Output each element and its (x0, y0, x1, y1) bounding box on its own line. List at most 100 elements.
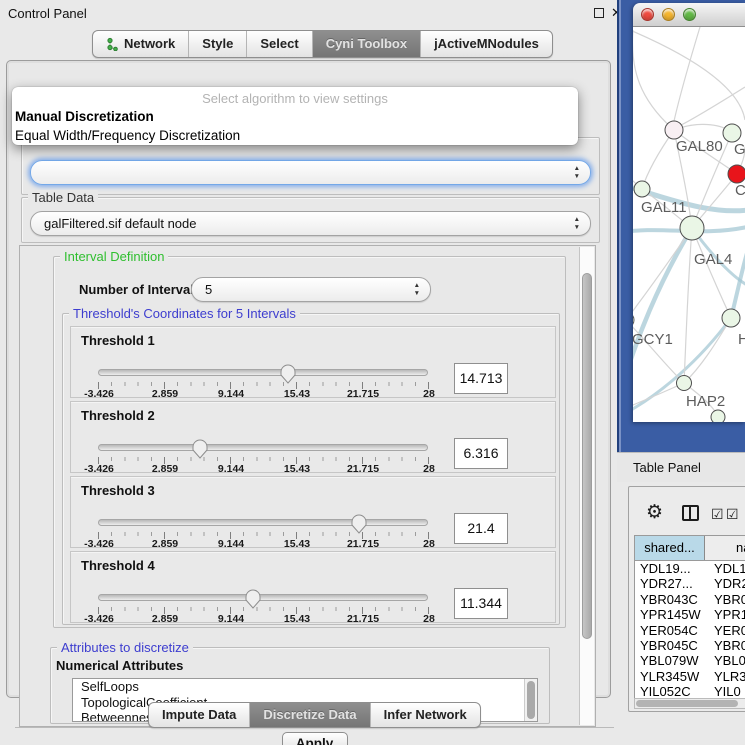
number-of-intervals-combobox[interactable]: 5 ▲▼ (191, 277, 431, 302)
table-data-combobox[interactable]: galFiltered.sif default node ▲▼ (30, 211, 591, 236)
slider-tick-label: -3.426 (84, 463, 114, 475)
slider-tick-label: -3.426 (84, 613, 114, 625)
tab-infer-network[interactable]: Infer Network (371, 703, 480, 727)
node-table[interactable]: shared... na YDL19...YDL1YDR27...YDR2YBR… (634, 535, 745, 701)
attribute-item[interactable]: SelfLoops (73, 679, 537, 695)
thresholds-group-title: Threshold's Coordinates for 5 Intervals (69, 306, 300, 321)
tab-select[interactable]: Select (247, 31, 312, 57)
tab-style[interactable]: Style (189, 31, 247, 57)
cell-shared-name: YDR27... (635, 576, 705, 591)
network-node-gal4[interactable] (680, 216, 704, 240)
network-canvas[interactable]: GAL80GACGAL11GAL4GCY1HHAP2 (633, 27, 745, 422)
network-node-gcy1[interactable] (633, 312, 634, 328)
panel-tabs: NetworkStyleSelect Cyni Toolbox jActiveMNo… (92, 30, 553, 58)
threshold-value-field[interactable]: 14.713 (454, 363, 508, 394)
slider-tick-label: 28 (423, 538, 435, 550)
network-edge[interactable] (633, 228, 692, 320)
slider-thumb[interactable] (351, 514, 367, 534)
slider-tick-label: 15.43 (284, 388, 310, 400)
network-node-h[interactable] (722, 309, 740, 327)
tab-jactivemnodules[interactable]: jActiveMNodules (421, 31, 552, 57)
slider-tick-label: 21.715 (347, 538, 379, 550)
network-node-hap2[interactable] (677, 376, 692, 391)
network-node-ga[interactable] (723, 124, 741, 142)
slider-track[interactable] (98, 594, 428, 601)
tab-impute-data[interactable]: Impute Data (149, 703, 250, 727)
network-edge[interactable] (674, 27, 700, 121)
network-node-gal11[interactable] (634, 181, 650, 197)
threshold-value-field[interactable]: 6.316 (454, 438, 508, 469)
table-row[interactable]: YDL19...YDL1 (635, 561, 745, 576)
network-edge[interactable] (642, 130, 674, 189)
control-panel-titlebar: Control Panel ✕ (0, 0, 615, 26)
table-row[interactable]: YBR043CYBR0 (635, 592, 745, 607)
attributes-scrollbar[interactable] (524, 679, 537, 721)
close-traffic-light-icon[interactable] (641, 8, 654, 21)
table-row[interactable]: YBR045CYBR0 (635, 638, 745, 653)
tab-label: Infer Network (384, 703, 467, 727)
apply-button[interactable]: Apply (282, 732, 348, 745)
network-edge[interactable] (633, 30, 745, 120)
algorithm-combobox[interactable]: ▲▼ (30, 160, 591, 185)
table-row[interactable]: YER054CYER0 (635, 623, 745, 638)
slider-track[interactable] (98, 444, 428, 451)
slider-thumb[interactable] (245, 589, 261, 609)
network-edge[interactable] (677, 87, 745, 127)
slider-track[interactable] (98, 369, 428, 376)
threshold-slider[interactable]: -3.4262.8599.14415.4321.71528 (98, 590, 428, 624)
checkbox-icon[interactable]: ☑ (711, 506, 724, 523)
network-node-label: GA (734, 141, 745, 158)
column-header-name[interactable]: na (705, 536, 745, 560)
settings-scrollbar-thumb[interactable] (582, 273, 592, 639)
slider-tick-label: 15.43 (284, 538, 310, 550)
cell-shared-name: YBL079W (635, 653, 705, 668)
tab-cyni-toolbox[interactable]: Cyni Toolbox (313, 31, 421, 57)
columns-icon[interactable] (682, 505, 699, 521)
slider-track[interactable] (98, 519, 428, 526)
threshold-slider[interactable]: -3.4262.8599.14415.4321.71528 (98, 440, 428, 474)
spinner-arrows-icon: ▲▼ (574, 216, 580, 232)
zoom-traffic-light-icon[interactable] (683, 8, 696, 21)
network-node-c[interactable] (728, 165, 745, 183)
tab-network[interactable]: Network (93, 31, 189, 57)
table-row[interactable]: YLR345WYLR3 (635, 669, 745, 684)
tab-label: Cyni Toolbox (326, 31, 407, 57)
table-row[interactable]: YBL079WYBL0 (635, 653, 745, 668)
network-node[interactable] (711, 410, 725, 422)
threshold-slider[interactable]: -3.4262.8599.14415.4321.71528 (98, 515, 428, 549)
slider-tick-label: 9.144 (218, 538, 244, 550)
threshold-label: Threshold 4 (81, 558, 155, 573)
gear-icon[interactable]: ⚙ (646, 501, 663, 524)
network-edge[interactable] (633, 30, 674, 130)
tab-discretize-data[interactable]: Discretize Data (250, 703, 370, 727)
threshold-value-field[interactable]: 21.4 (454, 513, 508, 544)
tab-label: Impute Data (162, 703, 236, 727)
table-row[interactable]: YPR145WYPR1 (635, 607, 745, 622)
slider-thumb[interactable] (280, 364, 296, 384)
slider-thumb[interactable] (192, 439, 208, 459)
network-node-label: GAL11 (641, 199, 687, 216)
algorithm-option-equal-width-frequency-discretization[interactable]: Equal Width/Frequency Discretization (12, 126, 578, 145)
checkbox-icon[interactable]: ☑ (726, 506, 739, 523)
table-panel-body: ⚙ ☑ ☑ shared... na YDL19...YDL1YDR27...Y… (628, 486, 745, 712)
table-rows: YDL19...YDL1YDR27...YDR2YBR043CYBR0YPR14… (635, 561, 745, 700)
float-window-icon[interactable] (594, 8, 604, 18)
cell-shared-name: YBR045C (635, 638, 705, 653)
network-edge[interactable] (692, 228, 731, 318)
slider-tick-label: 28 (423, 613, 435, 625)
network-svg: GAL80GACGAL11GAL4GCY1HHAP2 (633, 27, 745, 422)
attributes-scrollbar-thumb[interactable] (527, 681, 535, 719)
cell-shared-name: YER054C (635, 623, 705, 638)
network-node-gal80[interactable] (665, 121, 683, 139)
table-row[interactable]: YDR27...YDR2 (635, 576, 745, 591)
threshold-slider[interactable]: -3.4262.8599.14415.4321.71528 (98, 365, 428, 399)
network-edge[interactable] (684, 228, 692, 383)
column-header-shared-name[interactable]: shared... (635, 536, 705, 560)
table-h-scrollbar-thumb[interactable] (636, 700, 738, 707)
algorithm-option-manual-discretization[interactable]: Manual Discretization (12, 107, 578, 126)
network-edge[interactable] (731, 253, 745, 318)
minimize-traffic-light-icon[interactable] (662, 8, 675, 21)
threshold-value-field[interactable]: 11.344 (454, 588, 508, 619)
table-h-scrollbar[interactable] (634, 698, 745, 709)
settings-scrollbar[interactable] (579, 247, 594, 725)
